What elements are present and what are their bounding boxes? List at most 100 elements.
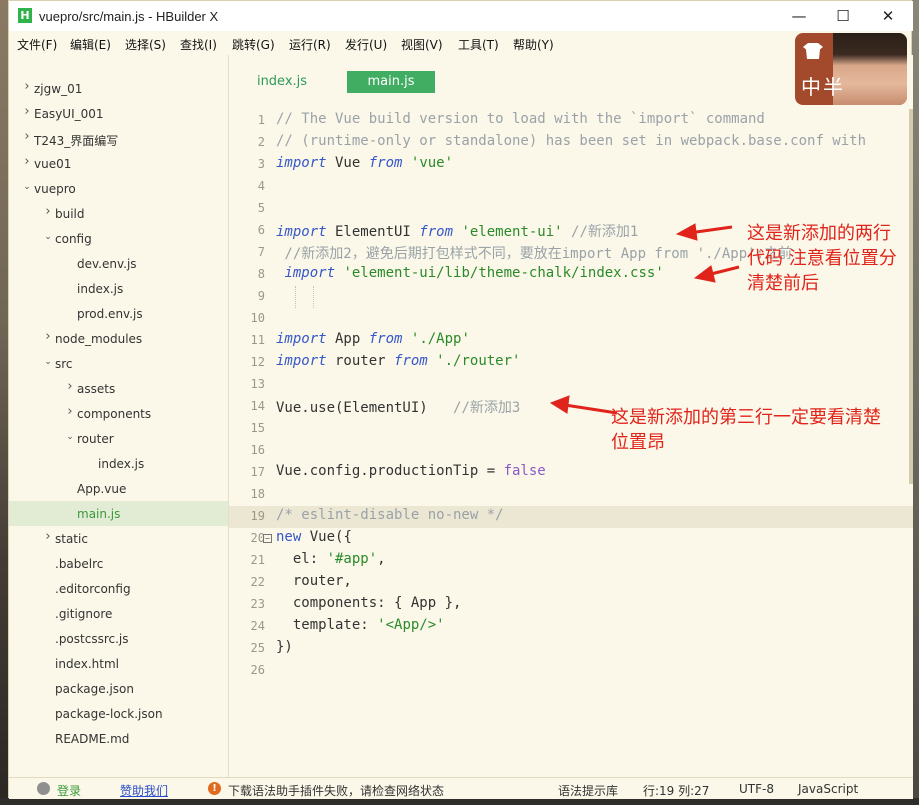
tree-item[interactable]: .babelrc: [9, 551, 228, 576]
tree-item[interactable]: prod.env.js: [9, 301, 228, 326]
code-line[interactable]: 23 components: { App },: [229, 594, 913, 616]
menu-help[interactable]: 帮助(Y): [513, 36, 554, 53]
warning-message[interactable]: 下载语法助手插件失败，请检查网络状态: [228, 782, 444, 799]
code-line[interactable]: 17 Vue.config.productionTip = false: [229, 462, 913, 484]
tree-item[interactable]: index.js: [9, 276, 228, 301]
chevron-right-icon[interactable]: ›: [42, 205, 54, 218]
tree-item[interactable]: package-lock.json: [9, 701, 228, 726]
tab-main-js[interactable]: main.js: [347, 71, 435, 93]
line-number: 11: [250, 333, 265, 347]
code-line[interactable]: 25}): [229, 638, 913, 660]
tree-item[interactable]: › T243_界面编写: [9, 126, 228, 151]
tree-item[interactable]: › node_modules: [9, 326, 228, 351]
desktop-background-bottom: [0, 798, 919, 805]
tree-item[interactable]: ⌄ router: [9, 426, 228, 451]
chevron-down-icon[interactable]: ⌄: [42, 356, 54, 368]
code-line[interactable]: 5: [229, 198, 913, 220]
tree-item[interactable]: package.json: [9, 676, 228, 701]
encoding[interactable]: UTF-8: [739, 782, 774, 796]
tree-item-label: index.js: [77, 282, 124, 296]
login-link[interactable]: 登录: [57, 782, 81, 799]
tree-item[interactable]: › components: [9, 401, 228, 426]
menu-publish[interactable]: 发行(U): [345, 36, 387, 53]
tree-item-label: router: [77, 432, 114, 446]
code-line[interactable]: 2 // (runtime-only or standalone) has bee…: [229, 132, 913, 154]
menu-run[interactable]: 运行(R): [289, 36, 331, 53]
code-line[interactable]: 18: [229, 484, 913, 506]
line-number: 23: [250, 597, 265, 611]
code-line[interactable]: 4: [229, 176, 913, 198]
menu-goto[interactable]: 跳转(G): [232, 36, 275, 53]
menu-file[interactable]: 文件(F): [17, 36, 57, 53]
fold-toggle-icon[interactable]: −: [263, 534, 272, 543]
tree-item[interactable]: ⌄ src: [9, 351, 228, 376]
tab-index-js[interactable]: index.js: [247, 71, 317, 93]
chevron-down-icon[interactable]: ⌄: [21, 181, 33, 193]
tree-item[interactable]: dev.env.js: [9, 251, 228, 276]
code-token: router,: [276, 573, 352, 589]
code-line[interactable]: 11 import App from './App': [229, 330, 913, 352]
minimize-button[interactable]: —: [784, 6, 814, 26]
tree-item[interactable]: README.md: [9, 726, 228, 751]
tree-item[interactable]: .postcssrc.js: [9, 626, 228, 651]
chevron-right-icon[interactable]: ›: [21, 105, 33, 118]
language-mode[interactable]: JavaScript: [798, 782, 858, 796]
tree-item[interactable]: › vue01: [9, 151, 228, 176]
chevron-down-icon[interactable]: ⌄: [64, 431, 76, 443]
code-line[interactable]: 21 el: '#app',: [229, 550, 913, 572]
chevron-right-icon[interactable]: ›: [21, 130, 33, 143]
code-line[interactable]: 13: [229, 374, 913, 396]
tree-item[interactable]: ⌄ vuepro: [9, 176, 228, 201]
code-line[interactable]: 12 import router from './router': [229, 352, 913, 374]
tree-item[interactable]: .gitignore: [9, 601, 228, 626]
chevron-right-icon[interactable]: ›: [42, 530, 54, 543]
tree-item[interactable]: ⌄ config: [9, 226, 228, 251]
code-token: from: [394, 353, 428, 369]
syntax-library[interactable]: 语法提示库: [558, 782, 618, 799]
code-line[interactable]: 24 template: '<App/>': [229, 616, 913, 638]
close-button[interactable]: ✕: [873, 6, 903, 26]
cursor-position[interactable]: 行:19 列:27: [643, 782, 709, 799]
chevron-right-icon[interactable]: ›: [21, 80, 33, 93]
tree-item[interactable]: main.js: [9, 501, 228, 526]
user-avatar-badge[interactable]: 中半: [795, 33, 907, 105]
editor-scrollbar[interactable]: [909, 109, 913, 484]
code-text: components: { App },: [276, 595, 462, 611]
tree-item-label: package-lock.json: [55, 707, 163, 721]
code-line[interactable]: 19 /* eslint-disable no-new */: [229, 506, 913, 528]
tree-item[interactable]: › assets: [9, 376, 228, 401]
tree-item[interactable]: › zjgw_01: [9, 76, 228, 101]
chevron-right-icon[interactable]: ›: [21, 155, 33, 168]
code-line[interactable]: 1 // The Vue build version to load with t…: [229, 110, 913, 132]
code-editor[interactable]: index.js main.js 1 // The Vue build versi…: [229, 55, 913, 777]
maximize-button[interactable]: ☐: [828, 6, 858, 26]
code-line[interactable]: 10: [229, 308, 913, 330]
tree-item[interactable]: › EasyUI_001: [9, 101, 228, 126]
code-line[interactable]: 20− new Vue({: [229, 528, 913, 550]
tree-item[interactable]: App.vue: [9, 476, 228, 501]
tree-item[interactable]: › build: [9, 201, 228, 226]
code-text: import App from './App': [276, 331, 470, 347]
code-line[interactable]: 26: [229, 660, 913, 682]
tree-item[interactable]: index.html: [9, 651, 228, 676]
menu-view[interactable]: 视图(V): [401, 36, 443, 53]
menu-edit[interactable]: 编辑(E): [70, 36, 111, 53]
menu-tools[interactable]: 工具(T): [458, 36, 499, 53]
code-token: 'vue': [410, 155, 454, 171]
tree-item[interactable]: .editorconfig: [9, 576, 228, 601]
code-line[interactable]: 22 router,: [229, 572, 913, 594]
line-number: 26: [250, 663, 265, 677]
code-token: Vue.config.productionTip =: [276, 463, 504, 479]
menu-find[interactable]: 查找(I): [180, 36, 217, 53]
title-bar[interactable]: H vuepro/src/main.js - HBuilder X — ☐ ✕: [9, 1, 913, 31]
chevron-right-icon[interactable]: ›: [42, 330, 54, 343]
chevron-right-icon[interactable]: ›: [64, 405, 76, 418]
menu-select[interactable]: 选择(S): [125, 36, 166, 53]
tree-item-label: config: [55, 232, 92, 246]
tree-item[interactable]: › static: [9, 526, 228, 551]
sponsor-link[interactable]: 赞助我们: [120, 782, 168, 799]
code-line[interactable]: 3 import Vue from 'vue': [229, 154, 913, 176]
chevron-right-icon[interactable]: ›: [64, 380, 76, 393]
chevron-down-icon[interactable]: ⌄: [42, 231, 54, 243]
tree-item[interactable]: index.js: [9, 451, 228, 476]
